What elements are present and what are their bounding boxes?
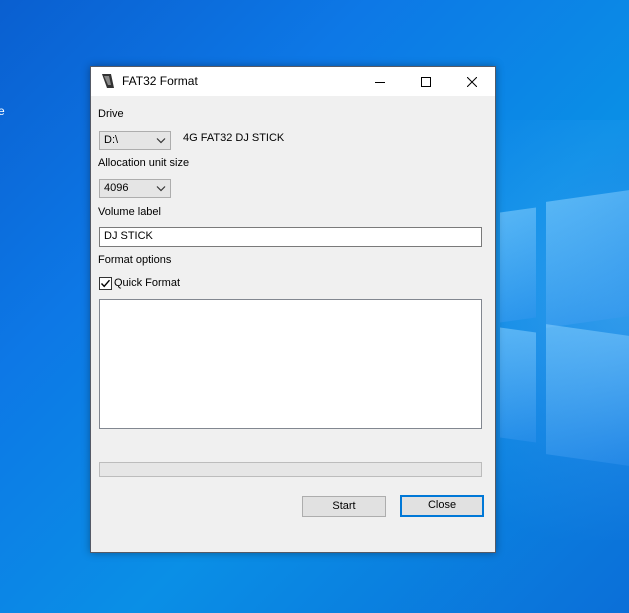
checkmark-icon — [100, 279, 111, 288]
wallpaper-logo-pane — [500, 327, 536, 443]
fat32-format-window: FAT32 Format Drive D:\ 4G FAT32 DJ STICK… — [90, 66, 496, 553]
allocation-unit-size-label: Allocation unit size — [98, 157, 190, 169]
format-options-label: Format options — [98, 254, 172, 266]
volume-label-value: DJ STICK — [104, 230, 153, 242]
chevron-down-icon — [156, 186, 166, 192]
title-bar[interactable]: FAT32 Format — [91, 67, 495, 96]
chevron-down-icon — [156, 138, 166, 144]
fat32format-app-icon — [102, 74, 114, 88]
quick-format-label[interactable]: Quick Format — [114, 277, 180, 289]
start-button[interactable]: Start — [302, 496, 386, 517]
volume-label-label: Volume label — [98, 206, 161, 218]
drive-select[interactable]: D:\ — [99, 131, 171, 150]
drive-label: Drive — [98, 108, 124, 120]
drive-select-value: D:\ — [104, 134, 119, 146]
volume-label-input[interactable]: DJ STICK — [99, 227, 482, 247]
minimize-icon — [375, 81, 385, 83]
drive-description: 4G FAT32 DJ STICK — [183, 132, 285, 144]
wallpaper-logo-pane — [500, 207, 536, 323]
close-button[interactable]: Close — [400, 495, 484, 517]
allocation-unit-size-select[interactable]: 4096 — [99, 179, 171, 198]
wallpaper-logo-pane — [546, 190, 629, 328]
desktop-background: e FAT32 Format Drive D:\ 4G FAT32 DJ STI… — [0, 0, 629, 613]
window-title: FAT32 Format — [122, 74, 198, 88]
minimize-button[interactable] — [357, 67, 403, 96]
format-progress-bar — [99, 462, 482, 477]
maximize-button[interactable] — [403, 67, 449, 96]
desktop-icon-label-partial[interactable]: e — [0, 104, 5, 118]
allocation-unit-size-value: 4096 — [104, 182, 129, 194]
close-window-button[interactable] — [449, 67, 495, 96]
wallpaper-logo-pane — [546, 324, 629, 466]
close-icon — [467, 76, 477, 87]
status-log-box[interactable] — [99, 299, 482, 429]
quick-format-checkbox[interactable] — [99, 277, 112, 290]
maximize-icon — [421, 76, 431, 87]
